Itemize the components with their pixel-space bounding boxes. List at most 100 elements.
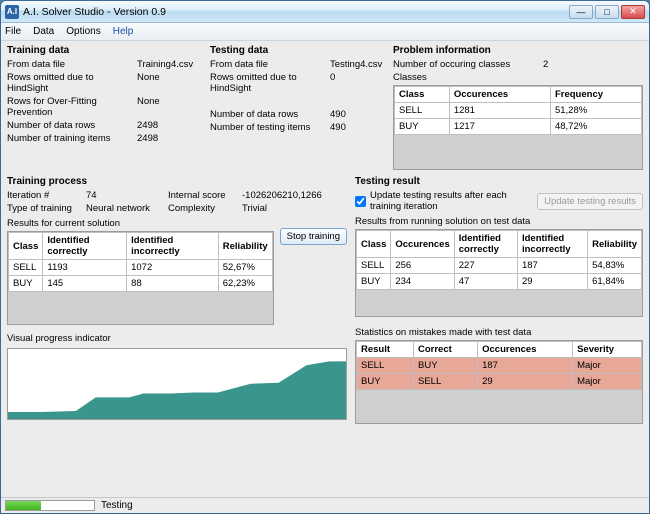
- cell: BUY: [395, 119, 450, 135]
- cell: BUY: [9, 276, 43, 292]
- cell: 256: [391, 258, 454, 274]
- m-th-correct[interactable]: Correct: [414, 342, 478, 358]
- mistakes-label: Statistics on mistakes made with test da…: [355, 327, 643, 338]
- training-data-section: Training data From data fileTraining4.cs…: [7, 45, 202, 170]
- stop-training-button[interactable]: Stop training: [280, 228, 347, 245]
- classes-table[interactable]: Class Occurences Frequency SELL 1281 51,…: [394, 86, 642, 135]
- table-row[interactable]: BUY 145 88 62,23%: [9, 276, 273, 292]
- te-th-rel[interactable]: Reliability: [588, 231, 642, 258]
- titlebar[interactable]: A.I A.I. Solver Studio - Version 0.9 — □…: [1, 1, 649, 23]
- cell: SELL: [414, 374, 478, 390]
- cell: 48,72%: [550, 119, 641, 135]
- cell: 227: [454, 258, 517, 274]
- m-th-result[interactable]: Result: [357, 342, 414, 358]
- cell: 145: [43, 276, 127, 292]
- trdata-items-label: Number of training items: [7, 133, 137, 144]
- tr-th-idinc[interactable]: Identified incorrectly: [127, 233, 219, 260]
- visual-progress-chart: [7, 348, 347, 420]
- cell: Major: [573, 374, 642, 390]
- testing-data-title: Testing data: [210, 45, 385, 56]
- iteration-value: 74: [86, 190, 164, 201]
- menu-data[interactable]: Data: [33, 26, 54, 37]
- testing-results-table[interactable]: Class Occurences Identified correctly Id…: [356, 230, 642, 290]
- testing-result-title: Testing result: [355, 176, 643, 187]
- menu-help[interactable]: Help: [113, 26, 134, 37]
- trtype-label: Type of training: [7, 203, 82, 214]
- cell: SELL: [357, 358, 414, 374]
- training-process-section: Training process Iteration # 74 Internal…: [7, 176, 347, 493]
- cell: 29: [517, 274, 587, 290]
- complexity-value: Trivial: [242, 203, 347, 214]
- table-row[interactable]: BUY 1217 48,72%: [395, 119, 642, 135]
- table-row[interactable]: BUY 234 47 29 61,84%: [357, 274, 642, 290]
- testing-results-table-wrap: Class Occurences Identified correctly Id…: [355, 229, 643, 317]
- cell: 47: [454, 274, 517, 290]
- tedata-file-label: From data file: [210, 59, 330, 70]
- iteration-label: Iteration #: [7, 190, 82, 201]
- update-each-iter-label: Update testing results after each traini…: [370, 190, 533, 212]
- close-button[interactable]: ✕: [621, 5, 645, 19]
- update-testing-results-button[interactable]: Update testing results: [537, 193, 643, 210]
- trdata-overfit-value: None: [137, 96, 197, 118]
- m-th-occ[interactable]: Occurences: [478, 342, 573, 358]
- tr-th-rel[interactable]: Reliability: [218, 233, 272, 260]
- classes-th-occ[interactable]: Occurences: [449, 87, 550, 103]
- trdata-overfit-label: Rows for Over-Fitting Prevention: [7, 96, 137, 118]
- cell: 62,23%: [218, 276, 272, 292]
- tedata-hindsight-label: Rows omitted due to HindSight: [210, 72, 330, 94]
- tr-th-class[interactable]: Class: [9, 233, 43, 260]
- table-row[interactable]: SELL 1281 51,28%: [395, 103, 642, 119]
- testing-result-section: Testing result Update testing results af…: [355, 176, 643, 493]
- training-results-table[interactable]: Class Identified correctly Identified in…: [8, 232, 273, 292]
- run-results-label: Results from running solution on test da…: [355, 216, 643, 227]
- menu-options[interactable]: Options: [66, 26, 100, 37]
- window-title: A.I. Solver Studio - Version 0.9: [23, 6, 569, 18]
- te-th-idinc[interactable]: Identified incorrectly: [517, 231, 587, 258]
- cell: 187: [517, 258, 587, 274]
- table-row[interactable]: SELL BUY 187 Major: [357, 358, 642, 374]
- te-th-occ[interactable]: Occurences: [391, 231, 454, 258]
- classes-th-class[interactable]: Class: [395, 87, 450, 103]
- classes-table-wrap: Class Occurences Frequency SELL 1281 51,…: [393, 85, 643, 170]
- menu-file[interactable]: File: [5, 26, 21, 37]
- probinfo-occ-label: Number of occuring classes: [393, 59, 543, 70]
- cell: 187: [478, 358, 573, 374]
- trdata-file-label: From data file: [7, 59, 137, 70]
- app-icon: A.I: [5, 5, 19, 19]
- statusbar: Testing: [1, 497, 649, 513]
- cell: 1217: [449, 119, 550, 135]
- app-window: A.I A.I. Solver Studio - Version 0.9 — □…: [0, 0, 650, 514]
- table-row[interactable]: SELL 1193 1072 52,67%: [9, 260, 273, 276]
- m-th-sev[interactable]: Severity: [573, 342, 642, 358]
- iscore-label: Internal score: [168, 190, 238, 201]
- cell: BUY: [414, 358, 478, 374]
- cell: BUY: [357, 374, 414, 390]
- trdata-rows-label: Number of data rows: [7, 120, 137, 131]
- tr-th-idc[interactable]: Identified correctly: [43, 233, 127, 260]
- table-row[interactable]: SELL 256 227 187 54,83%: [357, 258, 642, 274]
- trdata-rows-value: 2498: [137, 120, 197, 131]
- mistakes-table[interactable]: Result Correct Occurences Severity SELL …: [356, 341, 642, 390]
- tedata-hindsight-value: 0: [330, 72, 380, 94]
- maximize-button[interactable]: □: [595, 5, 619, 19]
- probinfo-occ-value: 2: [543, 59, 603, 70]
- testing-data-section: Testing data From data fileTesting4.csv …: [210, 45, 385, 170]
- problem-info-title: Problem information: [393, 45, 643, 56]
- cell: 52,67%: [218, 260, 272, 276]
- te-th-idc[interactable]: Identified correctly: [454, 231, 517, 258]
- te-th-class[interactable]: Class: [357, 231, 391, 258]
- table-row[interactable]: BUY SELL 29 Major: [357, 374, 642, 390]
- cell: 1281: [449, 103, 550, 119]
- trtype-value: Neural network: [86, 203, 164, 214]
- trdata-file-value: Training4.csv: [137, 59, 197, 70]
- tedata-items-value: 490: [330, 122, 380, 133]
- minimize-button[interactable]: —: [569, 5, 593, 19]
- trdata-items-value: 2498: [137, 133, 197, 144]
- complexity-label: Complexity: [168, 203, 238, 214]
- cell: Major: [573, 358, 642, 374]
- cell: 1193: [43, 260, 127, 276]
- tedata-items-label: Number of testing items: [210, 122, 330, 133]
- classes-th-freq[interactable]: Frequency: [550, 87, 641, 103]
- update-each-iter-checkbox[interactable]: [355, 196, 366, 207]
- current-results-label: Results for current solution: [7, 218, 274, 229]
